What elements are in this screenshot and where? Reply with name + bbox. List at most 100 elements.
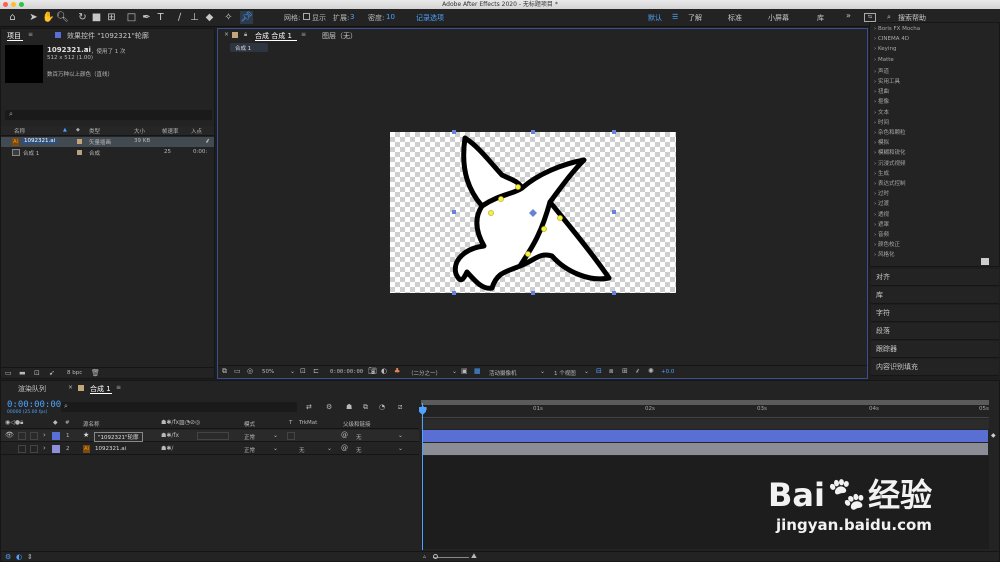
- adjust-project-settings-icon[interactable]: ➹: [49, 369, 55, 377]
- comp-timecode[interactable]: 0:00:00:00: [330, 369, 363, 375]
- frame-blending-icon[interactable]: ⧉: [363, 403, 368, 412]
- work-area-bar[interactable]: [421, 400, 989, 405]
- effect-category[interactable]: › CINEMA 4D: [874, 36, 909, 42]
- workspace-menu-icon[interactable]: ☰: [672, 13, 678, 21]
- effect-category[interactable]: › 颜色校正: [874, 240, 900, 248]
- new-folder-icon[interactable]: ▬: [19, 369, 26, 377]
- layer-mode[interactable]: 正常: [244, 433, 255, 441]
- col-type[interactable]: 类型: [89, 127, 100, 135]
- reset-exposure-icon[interactable]: ✺: [648, 367, 654, 375]
- lock-icon[interactable]: 🔒︎: [244, 31, 247, 39]
- effect-category[interactable]: › 模拟: [874, 138, 889, 146]
- graph-editor-icon[interactable]: ⧄: [398, 403, 402, 412]
- mask-visibility-icon[interactable]: ⊏: [313, 367, 319, 375]
- timeline-search-input[interactable]: ⌕: [61, 402, 297, 412]
- chevron-down-icon[interactable]: ⌄: [273, 432, 278, 439]
- timeline-timecode[interactable]: 0:00:00:00: [7, 400, 61, 410]
- toggle-render-time-icon[interactable]: ⇕: [27, 553, 33, 561]
- new-bin-icon[interactable]: [981, 258, 989, 265]
- effect-category[interactable]: › 透视: [874, 210, 889, 218]
- effect-category[interactable]: › 生成: [874, 169, 889, 177]
- zoom-tool-icon[interactable]: 🔍︎: [56, 11, 69, 24]
- close-tab-icon[interactable]: ×: [224, 31, 229, 38]
- expand-arrow-icon[interactable]: ›: [43, 444, 46, 452]
- layer-parent[interactable]: 无: [356, 433, 362, 441]
- clone-stamp-tool-icon[interactable]: ⊥: [188, 11, 201, 24]
- search-help-icon[interactable]: ⌕: [887, 13, 891, 22]
- label-color-swatch[interactable]: [77, 139, 82, 144]
- record-options-link[interactable]: 记录选项: [416, 13, 444, 23]
- bpc-label[interactable]: 8 bpc: [67, 370, 82, 376]
- rotate-tool-icon[interactable]: ↻: [76, 11, 89, 24]
- puppet-pin-tool-icon[interactable]: 📌︎: [240, 11, 253, 24]
- effect-category[interactable]: › 过渡: [874, 199, 889, 207]
- col-in[interactable]: 入点: [191, 127, 202, 135]
- col-name[interactable]: 名称: [14, 127, 25, 135]
- col-mode[interactable]: 模式: [244, 420, 255, 428]
- transform-handle[interactable]: [452, 210, 456, 214]
- playhead[interactable]: [422, 403, 423, 550]
- project-row[interactable]: Ai 1092321.ai 矢量插画 39 KB ⸙: [1, 137, 214, 147]
- col-fps[interactable]: 帧速率: [162, 127, 179, 135]
- toggle-modes-icon[interactable]: ◐: [16, 553, 22, 561]
- transform-handle[interactable]: [612, 291, 616, 295]
- project-search-input[interactable]: ⌕: [5, 110, 212, 120]
- effect-category[interactable]: › Keying: [874, 46, 896, 52]
- layer-bar-1[interactable]: [422, 430, 988, 442]
- motion-blur-icon[interactable]: ◔: [379, 403, 385, 411]
- transparency-grid-icon[interactable]: ▦: [474, 367, 481, 375]
- channel-icon[interactable]: ♣: [394, 367, 400, 375]
- col-size[interactable]: 大小: [134, 127, 145, 135]
- effect-category[interactable]: › Matte: [874, 57, 894, 63]
- show-snapshot-icon[interactable]: ◐: [381, 367, 387, 375]
- snapshot-icon[interactable]: 📷︎: [368, 367, 377, 375]
- new-composition-icon[interactable]: ⊡: [34, 369, 40, 377]
- close-window-button[interactable]: [3, 2, 8, 7]
- minimize-window-button[interactable]: [11, 2, 16, 7]
- effect-category[interactable]: › 扭曲: [874, 87, 889, 95]
- tab-render-queue[interactable]: 渲染队列: [18, 384, 46, 394]
- workspace-default[interactable]: 默认: [648, 13, 662, 23]
- toggle-switches-icon[interactable]: ⚙: [5, 553, 11, 561]
- label-color-swatch[interactable]: [52, 432, 60, 440]
- home-icon[interactable]: ⌂: [6, 11, 19, 24]
- rectangle-tool-icon[interactable]: □: [125, 11, 138, 24]
- density-value[interactable]: 10: [386, 13, 395, 21]
- comp-flow-breadcrumb[interactable]: 合成 1: [230, 43, 268, 52]
- side-panel-item[interactable]: 跟踪器: [871, 341, 999, 358]
- effect-category[interactable]: › 表达式控制: [874, 179, 905, 187]
- sort-up-icon[interactable]: ▲: [63, 127, 67, 133]
- toggle-pixel-aspect-icon[interactable]: ⊟: [596, 367, 602, 375]
- transform-handle[interactable]: [531, 291, 535, 295]
- layer-switches-icons[interactable]: ☗✱∕: [161, 445, 173, 452]
- layer-name[interactable]: 1092321.ai: [95, 446, 126, 452]
- work-area-range[interactable]: [421, 400, 989, 405]
- transform-handle[interactable]: [452, 130, 456, 134]
- effect-category[interactable]: › 模糊和锐化: [874, 148, 905, 156]
- panel-menu-icon[interactable]: ≡: [116, 384, 121, 391]
- effect-category[interactable]: › 时间: [874, 118, 889, 126]
- effect-category[interactable]: › Boris FX Mocha: [874, 26, 920, 32]
- comp-mini-flowchart-icon[interactable]: ⇄: [306, 403, 312, 411]
- eraser-tool-icon[interactable]: ◆: [203, 11, 216, 24]
- transform-handle[interactable]: [612, 210, 616, 214]
- exposure-value[interactable]: +0.0: [661, 369, 674, 375]
- workspace-libraries[interactable]: 库: [817, 13, 824, 23]
- workspace-standard[interactable]: 标准: [728, 13, 742, 23]
- always-preview-icon[interactable]: ⧉: [222, 367, 227, 376]
- region-of-interest-icon[interactable]: ▣: [461, 367, 468, 375]
- col-source-name[interactable]: 源名称: [83, 420, 100, 428]
- chevron-down-icon[interactable]: ⌄: [398, 432, 403, 439]
- layer-parent[interactable]: 无: [356, 446, 362, 454]
- zoom-in-icon[interactable]: ⛰︎: [471, 552, 477, 561]
- col-trkmat[interactable]: TrkMat: [299, 420, 317, 426]
- draft-3d-icon[interactable]: ⚙: [326, 403, 332, 411]
- transform-handle[interactable]: [612, 130, 616, 134]
- hand-tool-icon[interactable]: ✋: [42, 11, 55, 24]
- lock-toggle[interactable]: [30, 432, 38, 440]
- camera-tool-icon[interactable]: ■: [90, 11, 103, 24]
- tab-effects-controls[interactable]: 效果控件 "1092321"轮廓: [67, 31, 149, 41]
- transform-handle[interactable]: [452, 291, 456, 295]
- flowchart-icon[interactable]: ⸙: [635, 367, 640, 376]
- side-panel-item[interactable]: 字符: [871, 305, 999, 322]
